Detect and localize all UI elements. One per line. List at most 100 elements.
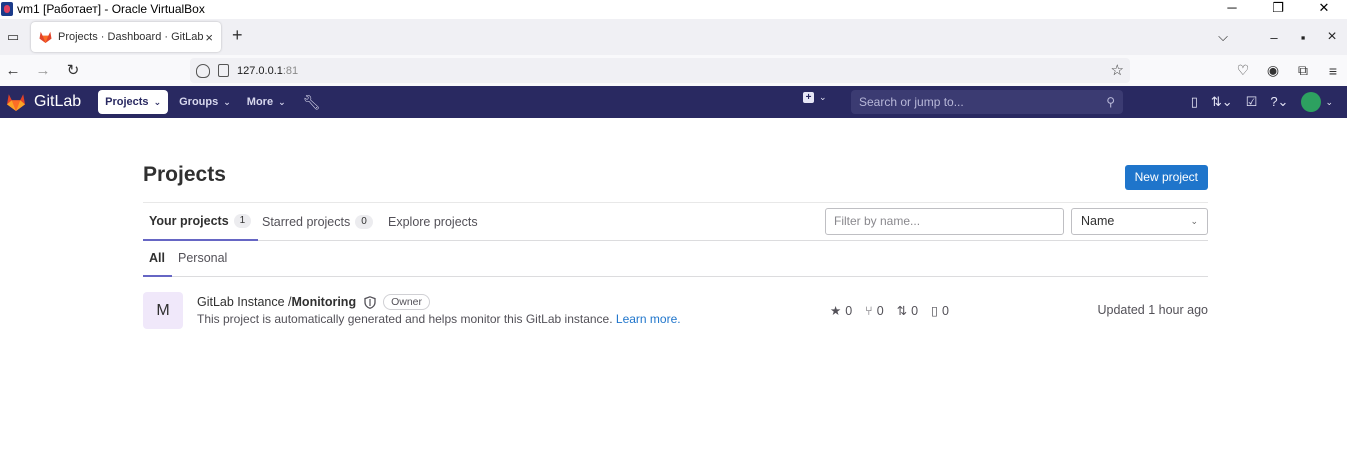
browser-maximize-button[interactable]: ▪	[1289, 30, 1317, 45]
gitlab-logo-icon	[7, 94, 25, 111]
search-icon: ⚲	[1106, 95, 1115, 109]
browser-navbar: ← → ↻ 127.0.0.1 :81 ☆ ♡ ◉ ⧉ ≡	[0, 55, 1347, 86]
todos-icon[interactable]: ☑	[1246, 94, 1258, 110]
internal-visibility-shield-icon	[364, 295, 376, 309]
sort-dropdown[interactable]: Name ⌄	[1071, 208, 1208, 235]
chevron-down-icon: ⌄	[1190, 216, 1198, 226]
vm-maximize-button[interactable]: ❐	[1255, 0, 1301, 18]
chevron-down-icon: ⌄	[1325, 96, 1333, 107]
browser-tabstrip: ▭ Projects · Dashboard · GitLab × + ⌵ – …	[0, 19, 1347, 55]
tab-personal[interactable]: Personal	[178, 241, 227, 277]
page-info-icon[interactable]	[218, 64, 229, 77]
tab-count-badge: 0	[355, 215, 373, 229]
bookmark-star-icon[interactable]: ☆	[1111, 61, 1124, 79]
project-title[interactable]: GitLab Instance / Monitoring Owner	[197, 294, 431, 310]
forks-count: 0	[876, 303, 884, 318]
fork-icon: ⑂	[865, 303, 873, 318]
merge-requests-stat[interactable]: ⇅ 0	[896, 303, 919, 319]
user-menu-button[interactable]: ⌄	[1301, 92, 1333, 112]
admin-wrench-icon[interactable]: 🔧︎	[303, 94, 321, 111]
search-placeholder: Search or jump to...	[859, 95, 964, 109]
issues-count: 0	[941, 303, 949, 318]
new-project-button[interactable]: New project	[1124, 165, 1208, 190]
project-description: This project is automatically generated …	[197, 312, 681, 326]
browser-tab-title: Projects · Dashboard · GitLab	[58, 31, 204, 43]
search-input[interactable]: Search or jump to... ⚲	[851, 90, 1123, 114]
avatar	[1301, 92, 1322, 112]
browser-tab-projects[interactable]: Projects · Dashboard · GitLab ×	[31, 22, 221, 52]
url-bar[interactable]: 127.0.0.1 :81 ☆	[190, 58, 1130, 83]
url-host: 127.0.0.1	[237, 64, 283, 77]
issues-stat[interactable]: ▯ 0	[931, 303, 949, 319]
new-tab-button[interactable]: +	[232, 25, 248, 46]
gitlab-logo-text: GitLab	[34, 93, 82, 110]
filter-by-name-input[interactable]: Filter by name...	[825, 208, 1064, 235]
chevron-down-icon: ⌄	[223, 96, 231, 107]
sort-value: Name	[1081, 214, 1115, 228]
forks-stat[interactable]: ⑂ 0	[865, 303, 883, 318]
pocket-icon[interactable]: ♡	[1233, 62, 1253, 79]
account-icon[interactable]: ◉	[1263, 62, 1283, 79]
issues-icon: ▯	[931, 304, 938, 318]
project-updated-time: Updated 1 hour ago	[1097, 303, 1208, 317]
projects-menu-label: Projects	[105, 96, 149, 108]
back-icon[interactable]: ←	[1, 59, 25, 83]
project-name: Monitoring	[291, 295, 357, 309]
star-icon: ★	[830, 304, 842, 318]
firefox-view-icon[interactable]: ▭	[2, 29, 24, 45]
tab-label: Your projects	[149, 214, 229, 228]
forward-icon[interactable]: →	[31, 59, 55, 83]
vm-window-controls: ─ ❐ ✕	[1209, 0, 1347, 18]
project-list-item: M GitLab Instance / Monitoring Owner Thi…	[143, 292, 1208, 330]
more-menu-button[interactable]: More ⌄	[240, 90, 293, 114]
learn-more-link[interactable]: Learn more.	[616, 312, 681, 326]
plus-square-icon: +	[803, 92, 814, 103]
tab-explore-projects[interactable]: Explore projects	[388, 203, 478, 241]
projects-menu-button[interactable]: Projects ⌄	[98, 90, 169, 114]
tab-your-projects[interactable]: Your projects 1	[143, 203, 259, 241]
app-menu-icon[interactable]: ≡	[1323, 63, 1343, 79]
stars-stat[interactable]: ★ 0	[830, 303, 853, 319]
chevron-down-icon: ⌄	[819, 92, 827, 102]
issues-icon[interactable]: ▯	[1191, 94, 1198, 110]
help-icon[interactable]: ?⌄	[1270, 94, 1288, 110]
merge-request-icon: ⇅	[896, 304, 908, 318]
reload-icon[interactable]: ↻	[61, 59, 85, 83]
gitlab-favicon-icon	[39, 31, 52, 43]
virtualbox-icon	[1, 2, 13, 16]
role-badge: Owner	[383, 294, 431, 310]
url-port: :81	[282, 64, 299, 77]
new-dropdown-button[interactable]: + ⌄	[803, 92, 827, 103]
vm-window-titlebar: vm1 [Работает] - Oracle VirtualBox ─ ❐ ✕	[0, 0, 1347, 18]
merge-requests-count: 0	[911, 303, 919, 318]
vm-minimize-button[interactable]: ─	[1209, 0, 1255, 18]
vm-window-title: vm1 [Работает] - Oracle VirtualBox	[17, 2, 205, 16]
browser-minimize-button[interactable]: –	[1259, 30, 1289, 45]
more-menu-label: More	[246, 96, 274, 108]
list-all-tabs-icon[interactable]: ⌵	[1203, 29, 1243, 45]
groups-menu-button[interactable]: Groups ⌄	[172, 90, 238, 114]
merge-requests-icon[interactable]: ⇅⌄	[1211, 94, 1233, 110]
project-description-text: This project is automatically generated …	[197, 312, 616, 326]
project-namespace: GitLab Instance /	[197, 295, 292, 309]
projects-tabs: Your projects 1 Starred projects 0 Explo…	[143, 202, 1208, 241]
tab-starred-projects[interactable]: Starred projects 0	[262, 203, 373, 241]
groups-menu-label: Groups	[179, 96, 219, 108]
tab-close-icon[interactable]: ×	[205, 30, 213, 45]
vm-close-button[interactable]: ✕	[1301, 0, 1347, 18]
tab-count-badge: 1	[233, 214, 252, 228]
tracking-shield-icon[interactable]	[196, 63, 210, 78]
tab-label: Starred projects	[262, 215, 351, 229]
project-avatar[interactable]: M	[143, 292, 183, 329]
project-filter-tabs: All Personal	[143, 241, 1208, 277]
extensions-icon[interactable]: ⧉	[1293, 62, 1313, 79]
chevron-down-icon: ⌄	[153, 96, 162, 107]
browser-close-button[interactable]: ×	[1317, 28, 1347, 46]
project-stats: ★ 0 ⑂ 0 ⇅ 0 ▯ 0	[830, 303, 949, 319]
gitlab-top-bar: GitLab Projects ⌄ Groups ⌄ More ⌄ 🔧︎ + ⌄…	[0, 86, 1347, 118]
gitlab-home-link[interactable]: GitLab	[6, 93, 81, 111]
stars-count: 0	[845, 303, 853, 318]
chevron-down-icon: ⌄	[278, 96, 286, 107]
page-title: Projects	[143, 163, 226, 186]
tab-all[interactable]: All	[143, 241, 172, 277]
